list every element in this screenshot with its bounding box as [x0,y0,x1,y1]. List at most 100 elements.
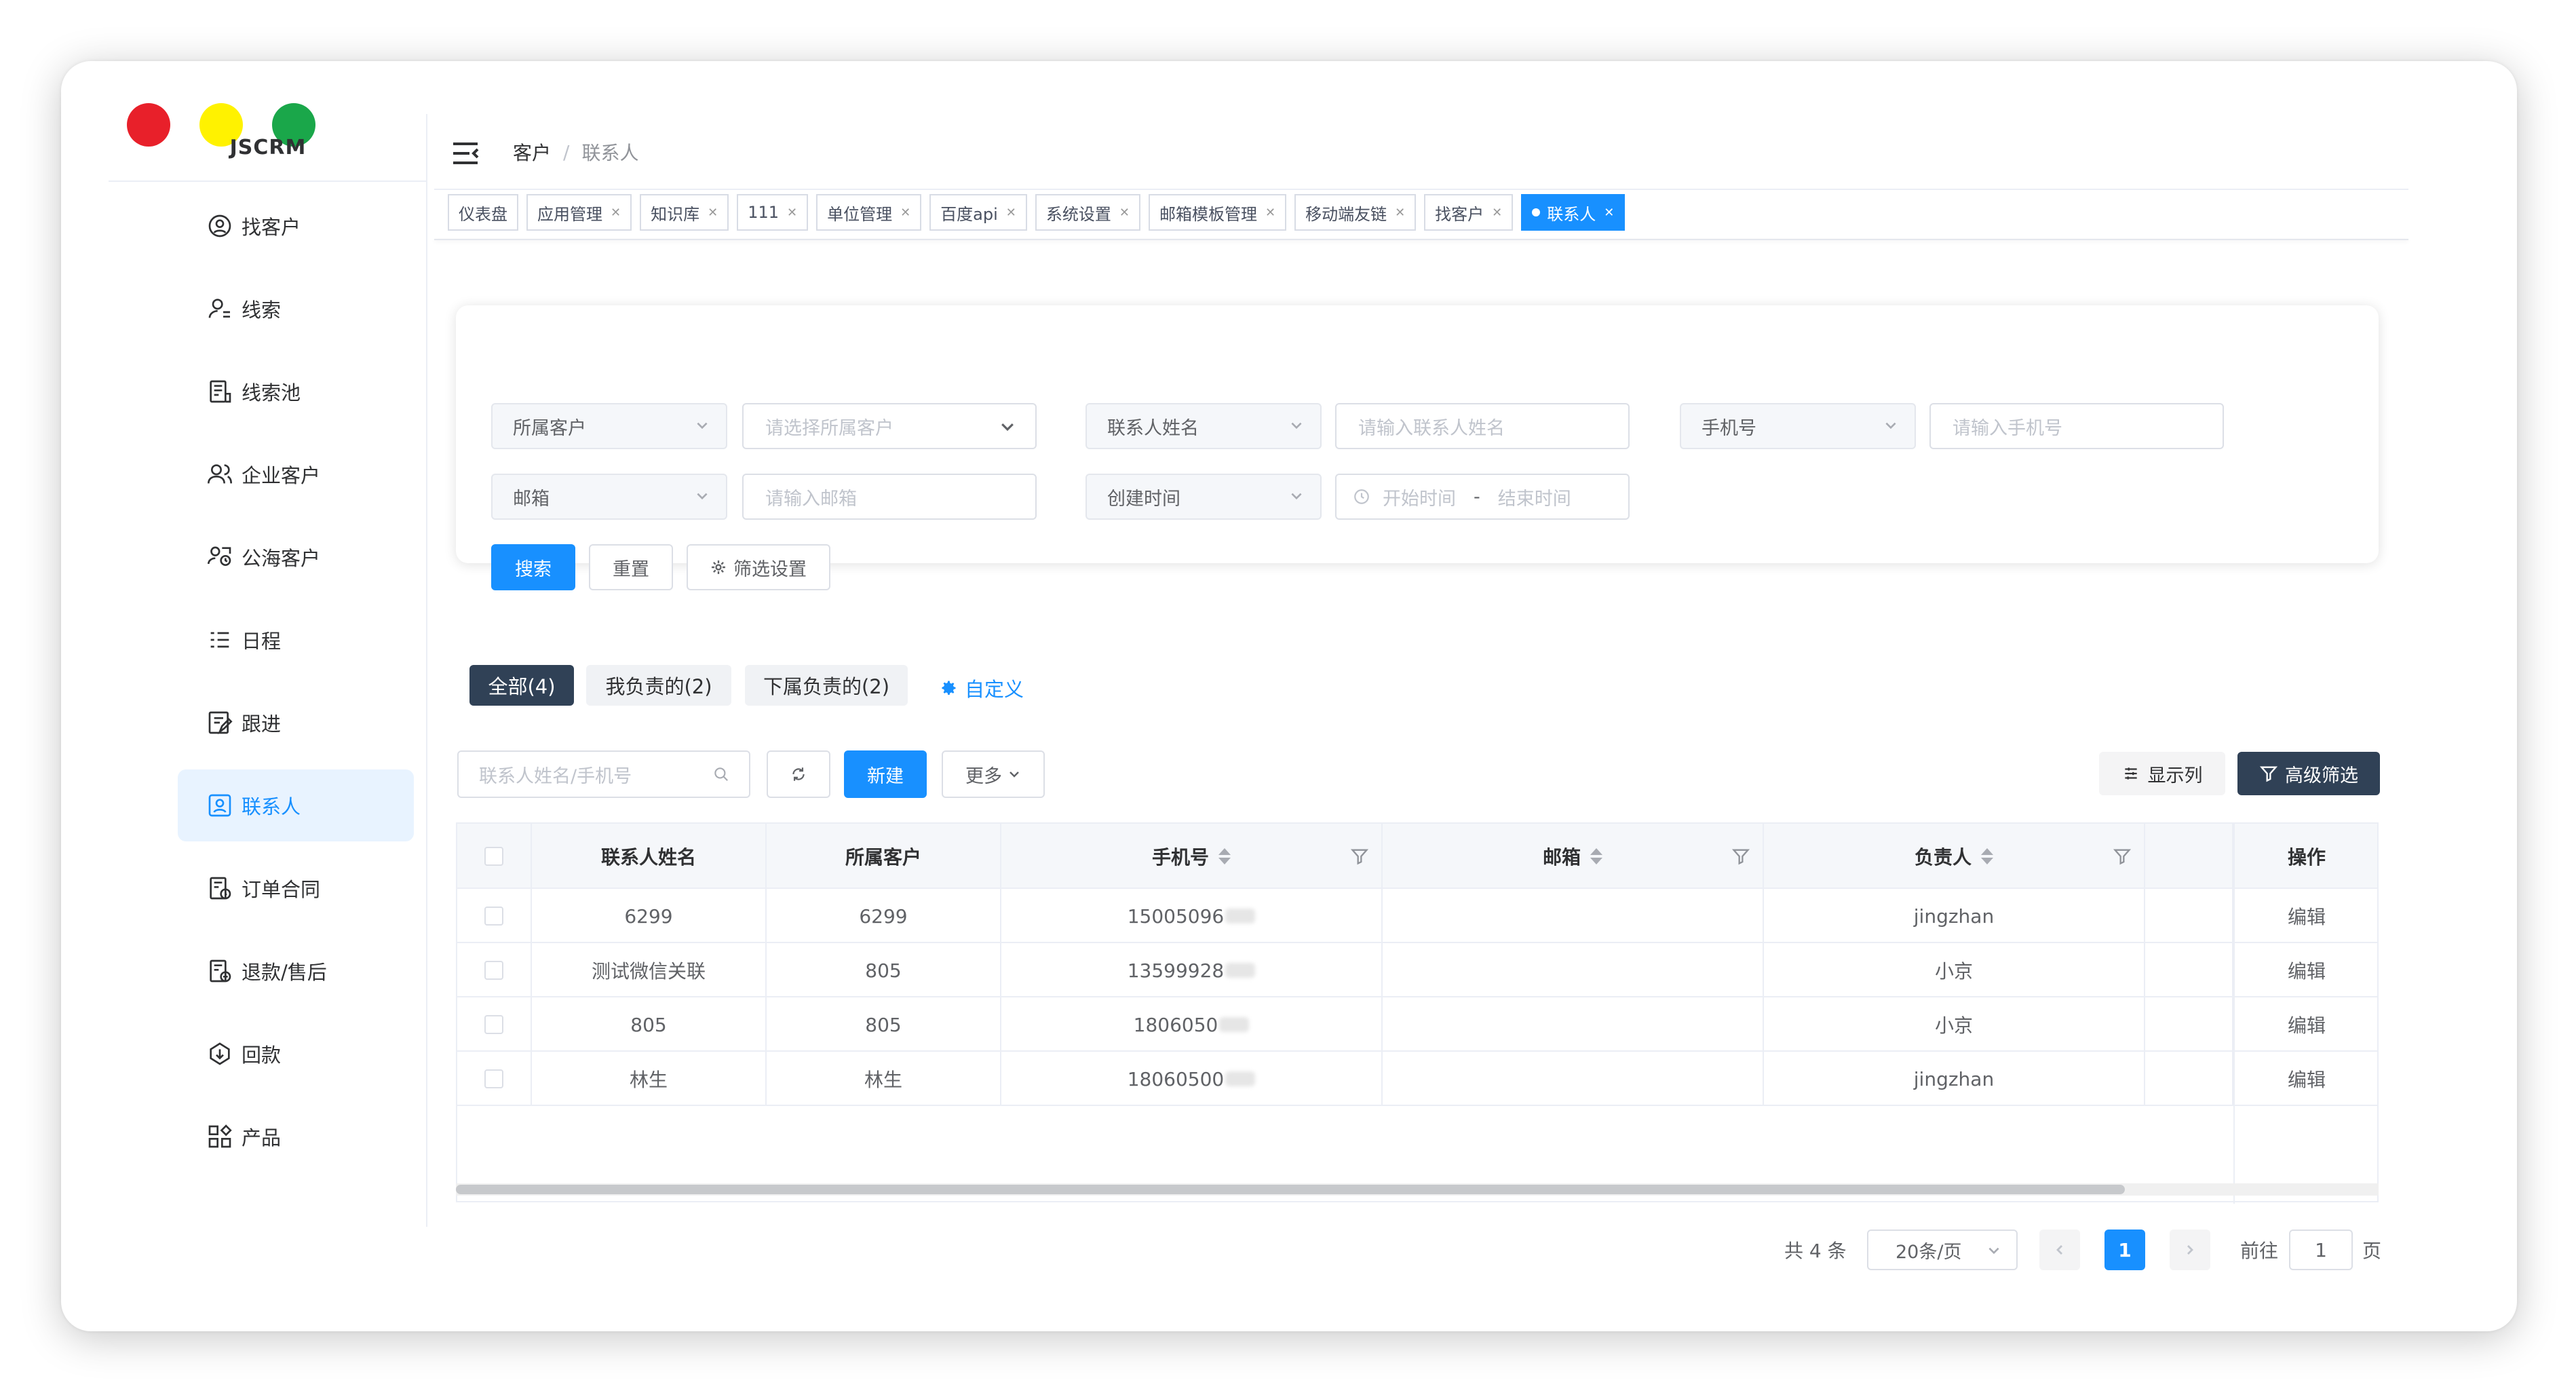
email-input[interactable]: 请输入邮箱 [742,474,1037,520]
reset-button[interactable]: 重置 [589,544,673,590]
customer-link[interactable]: 林生 [767,1052,1001,1106]
header-email[interactable]: 邮箱 [1383,824,1764,889]
breadcrumb-parent[interactable]: 客户 [513,138,551,166]
refresh-button[interactable] [767,750,830,798]
more-button[interactable]: 更多 [942,750,1045,798]
sidebar-item-product[interactable]: 产品 [178,1101,414,1173]
edit-link[interactable]: 编辑 [2233,997,2379,1052]
customer-link[interactable]: 805 [767,943,1001,997]
tag-system-settings[interactable]: 系统设置 ✕ [1035,194,1140,231]
search-button[interactable]: 搜索 [491,544,575,590]
close-icon[interactable]: ✕ [1119,206,1130,220]
tag-label: 百度api [940,204,998,224]
sidebar-item-lead[interactable]: 线索 [178,273,414,345]
select-all-checkbox[interactable] [484,847,503,866]
customize-scope-link[interactable]: 自定义 [939,668,1024,708]
scrollbar-thumb[interactable] [456,1185,2125,1194]
sidebar-item-contact[interactable]: 联系人 [178,769,414,841]
tag-find-customer[interactable]: 找客户 ✕ [1424,194,1514,231]
start-date-placeholder[interactable]: 开始时间 [1383,484,1456,510]
close-icon[interactable]: ✕ [611,206,621,220]
filter-icon[interactable] [1350,847,1369,866]
close-icon[interactable]: ✕ [1492,206,1502,220]
sidebar-item-enterprise-customer[interactable]: 企业客户 [178,438,414,510]
customer-link[interactable]: 6299 [767,889,1001,943]
contact-name-link[interactable]: 测试微信关联 [532,943,767,997]
header-phone[interactable]: 手机号 [1001,824,1383,889]
contact-name-input[interactable]: 请输入联系人姓名 [1335,403,1630,449]
contact-name-link[interactable]: 805 [532,997,767,1052]
name-field-select[interactable]: 联系人姓名 [1085,403,1322,449]
filter-icon[interactable] [2113,847,2132,866]
page-size-select[interactable]: 20条/页 [1867,1230,2018,1270]
customer-field-select[interactable]: 所属客户 [491,403,727,449]
time-field-select[interactable]: 创建时间 [1085,474,1322,520]
sidebar-item-lead-pool[interactable]: 线索池 [178,356,414,427]
chevron-down-icon [697,422,708,430]
header-owner[interactable]: 负责人 [1764,824,2145,889]
sidebar-item-public-customer[interactable]: 公海客户 [178,521,414,593]
header-name[interactable]: 联系人姓名 [532,824,767,889]
goto-page-input[interactable]: 1 [2289,1230,2353,1270]
row-checkbox[interactable] [484,1069,503,1088]
tag-email-template[interactable]: 邮箱模板管理 ✕ [1148,194,1287,231]
close-icon[interactable]: ✕ [708,206,718,220]
row-checkbox[interactable] [484,907,503,926]
next-page-button[interactable] [2170,1230,2210,1270]
sidebar-item-payment[interactable]: 回款 [178,1018,414,1090]
tag-unit-manage[interactable]: 单位管理 ✕ [816,194,922,231]
sidebar-item-order-contract[interactable]: 订单合同 [178,852,414,924]
tag-mobile-links[interactable]: 移动端友链 ✕ [1294,194,1417,231]
row-checkbox[interactable] [484,1015,503,1034]
email-field-select[interactable]: 邮箱 [491,474,727,520]
contact-name-link[interactable]: 林生 [532,1052,767,1106]
tag-knowledge[interactable]: 知识库 ✕ [640,194,729,231]
customer-link[interactable]: 805 [767,997,1001,1052]
close-icon[interactable]: ✕ [1265,206,1275,220]
filter-settings-button[interactable]: 筛选设置 [687,544,830,590]
page-1-button[interactable]: 1 [2104,1230,2145,1270]
edit-link[interactable]: 编辑 [2233,889,2379,943]
tag-baidu-api[interactable]: 百度api ✕ [929,194,1027,231]
tag-contact[interactable]: 联系人 ✕ [1521,194,1626,231]
close-icon[interactable]: ✕ [1604,206,1614,220]
tag-app-manage[interactable]: 应用管理 ✕ [526,194,632,231]
new-contact-button[interactable]: 新建 [844,750,927,798]
sort-icon[interactable] [1590,848,1602,864]
edit-link[interactable]: 编辑 [2233,1052,2379,1106]
close-icon[interactable]: ✕ [1395,206,1405,220]
scope-tab-mine[interactable]: 我负责的(2) [586,665,731,706]
close-icon[interactable]: ✕ [900,206,910,220]
sidebar-item-find-customer[interactable]: 找客户 [178,190,414,262]
close-icon[interactable]: ✕ [1006,206,1016,220]
row-checkbox[interactable] [484,961,503,980]
table-search-input[interactable]: 联系人姓名/手机号 [457,750,750,798]
tag-dashboard[interactable]: 仪表盘 [448,194,518,231]
phone-input[interactable]: 请输入手机号 [1929,403,2224,449]
sidebar-item-refund[interactable]: 退款/售后 [178,935,414,1007]
end-date-placeholder[interactable]: 结束时间 [1498,484,1571,510]
advanced-filter-button[interactable]: 高级筛选 [2237,752,2380,795]
search-icon[interactable] [712,765,730,783]
header-customer[interactable]: 所属客户 [767,824,1001,889]
close-icon[interactable]: ✕ [787,206,797,220]
table-row: 林生 林生 18060500 jingzhan 编辑 [457,1052,2377,1106]
scope-tab-subordinate[interactable]: 下属负责的(2) [745,665,908,706]
sidebar-item-follow-up[interactable]: 跟进 [178,687,414,759]
filter-icon[interactable] [1731,847,1750,866]
sidebar-toggle-icon[interactable] [452,141,479,166]
show-columns-button[interactable]: 显示列 [2099,752,2225,795]
prev-page-button[interactable] [2039,1230,2080,1270]
horizontal-scrollbar[interactable] [456,1183,2379,1196]
edit-link[interactable]: 编辑 [2233,943,2379,997]
contact-name-link[interactable]: 6299 [532,889,767,943]
phone-field-select[interactable]: 手机号 [1680,403,1916,449]
customer-select[interactable]: 请选择所属客户 [742,403,1037,449]
date-range-input[interactable]: 开始时间 - 结束时间 [1335,474,1630,520]
sidebar-item-schedule[interactable]: 日程 [178,604,414,676]
scope-tab-all[interactable]: 全部(4) [469,665,574,706]
tag-111[interactable]: 111 ✕ [737,194,809,231]
sort-icon[interactable] [1981,848,1993,864]
sort-icon[interactable] [1218,848,1231,864]
tag-label: 找客户 [1435,204,1484,224]
